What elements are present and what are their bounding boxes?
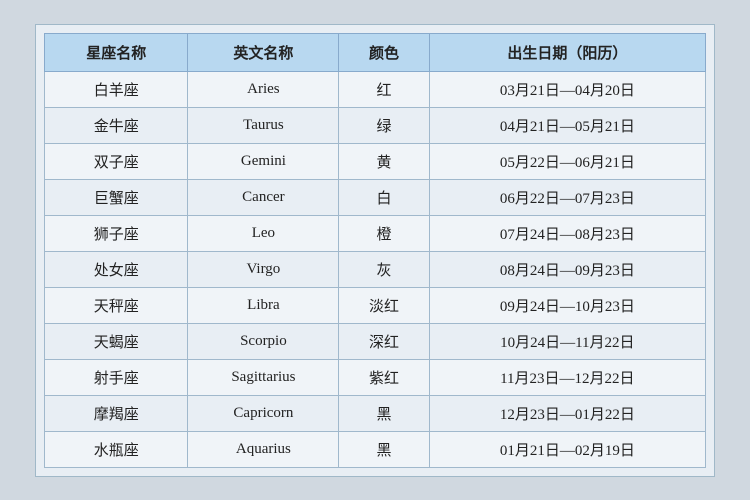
header-color: 颜色 [339, 33, 429, 71]
cell-english-name: Virgo [188, 251, 339, 287]
cell-chinese-name: 摩羯座 [45, 395, 188, 431]
cell-chinese-name: 白羊座 [45, 71, 188, 107]
cell-dates: 07月24日—08月23日 [429, 215, 705, 251]
cell-dates: 12月23日—01月22日 [429, 395, 705, 431]
cell-dates: 09月24日—10月23日 [429, 287, 705, 323]
cell-chinese-name: 巨蟹座 [45, 179, 188, 215]
cell-color: 黑 [339, 431, 429, 467]
header-chinese-name: 星座名称 [45, 33, 188, 71]
cell-english-name: Gemini [188, 143, 339, 179]
table-row: 处女座Virgo灰08月24日—09月23日 [45, 251, 706, 287]
cell-color: 红 [339, 71, 429, 107]
cell-dates: 11月23日—12月22日 [429, 359, 705, 395]
table-row: 天蝎座Scorpio深红10月24日—11月22日 [45, 323, 706, 359]
zodiac-table: 星座名称 英文名称 颜色 出生日期（阳历） 白羊座Aries红03月21日—04… [44, 33, 706, 468]
table-body: 白羊座Aries红03月21日—04月20日金牛座Taurus绿04月21日—0… [45, 71, 706, 467]
cell-chinese-name: 双子座 [45, 143, 188, 179]
header-english-name: 英文名称 [188, 33, 339, 71]
cell-dates: 08月24日—09月23日 [429, 251, 705, 287]
table-row: 白羊座Aries红03月21日—04月20日 [45, 71, 706, 107]
cell-color: 黄 [339, 143, 429, 179]
cell-chinese-name: 水瓶座 [45, 431, 188, 467]
cell-dates: 05月22日—06月21日 [429, 143, 705, 179]
cell-english-name: Libra [188, 287, 339, 323]
cell-color: 淡红 [339, 287, 429, 323]
cell-chinese-name: 金牛座 [45, 107, 188, 143]
cell-color: 白 [339, 179, 429, 215]
header-dates: 出生日期（阳历） [429, 33, 705, 71]
cell-dates: 04月21日—05月21日 [429, 107, 705, 143]
table-row: 双子座Gemini黄05月22日—06月21日 [45, 143, 706, 179]
table-row: 狮子座Leo橙07月24日—08月23日 [45, 215, 706, 251]
cell-chinese-name: 天蝎座 [45, 323, 188, 359]
cell-dates: 06月22日—07月23日 [429, 179, 705, 215]
cell-dates: 10月24日—11月22日 [429, 323, 705, 359]
table-row: 金牛座Taurus绿04月21日—05月21日 [45, 107, 706, 143]
table-row: 巨蟹座Cancer白06月22日—07月23日 [45, 179, 706, 215]
cell-english-name: Sagittarius [188, 359, 339, 395]
cell-english-name: Leo [188, 215, 339, 251]
table-row: 水瓶座Aquarius黑01月21日—02月19日 [45, 431, 706, 467]
cell-english-name: Taurus [188, 107, 339, 143]
cell-color: 紫红 [339, 359, 429, 395]
table-row: 射手座Sagittarius紫红11月23日—12月22日 [45, 359, 706, 395]
cell-color: 黑 [339, 395, 429, 431]
cell-english-name: Cancer [188, 179, 339, 215]
cell-dates: 01月21日—02月19日 [429, 431, 705, 467]
cell-chinese-name: 处女座 [45, 251, 188, 287]
table-row: 摩羯座Capricorn黑12月23日—01月22日 [45, 395, 706, 431]
cell-english-name: Aries [188, 71, 339, 107]
cell-color: 灰 [339, 251, 429, 287]
zodiac-table-container: 星座名称 英文名称 颜色 出生日期（阳历） 白羊座Aries红03月21日—04… [35, 24, 715, 477]
cell-dates: 03月21日—04月20日 [429, 71, 705, 107]
cell-color: 绿 [339, 107, 429, 143]
table-header-row: 星座名称 英文名称 颜色 出生日期（阳历） [45, 33, 706, 71]
cell-color: 橙 [339, 215, 429, 251]
cell-chinese-name: 射手座 [45, 359, 188, 395]
cell-english-name: Scorpio [188, 323, 339, 359]
cell-english-name: Aquarius [188, 431, 339, 467]
cell-english-name: Capricorn [188, 395, 339, 431]
table-row: 天秤座Libra淡红09月24日—10月23日 [45, 287, 706, 323]
cell-chinese-name: 天秤座 [45, 287, 188, 323]
cell-chinese-name: 狮子座 [45, 215, 188, 251]
cell-color: 深红 [339, 323, 429, 359]
